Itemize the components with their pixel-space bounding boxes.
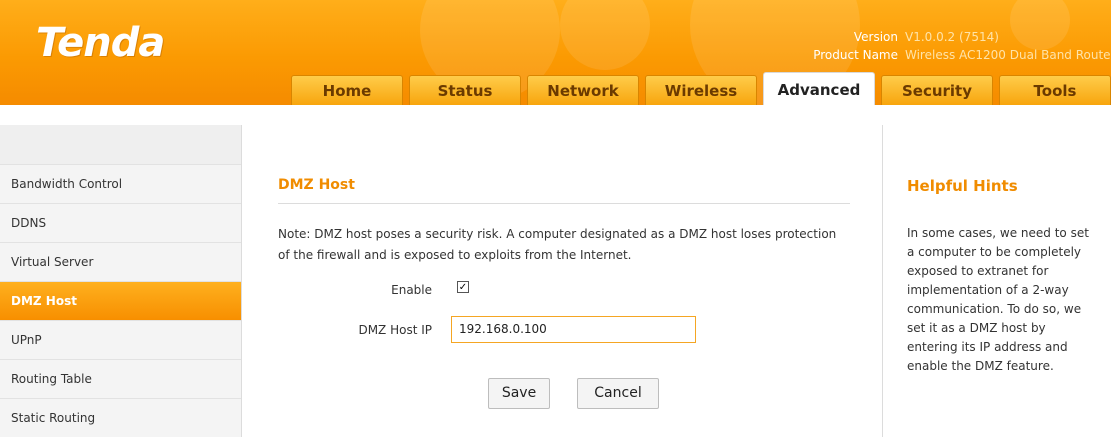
- decorative-bubble: [560, 0, 650, 70]
- sidebar-item-virtual-server[interactable]: Virtual Server: [0, 243, 241, 282]
- tab-advanced[interactable]: Advanced: [763, 72, 875, 105]
- helpful-hints-panel: Helpful Hints In some cases, we need to …: [883, 125, 1111, 437]
- sidebar: Bandwidth Control DDNS Virtual Server DM…: [0, 125, 242, 437]
- save-button[interactable]: Save: [488, 378, 550, 409]
- tab-wireless[interactable]: Wireless: [645, 75, 757, 105]
- product-name-value: Wireless AC1200 Dual Band Router: [905, 48, 1111, 62]
- sidebar-item-upnp[interactable]: UPnP: [0, 321, 241, 360]
- hints-text: In some cases, we need to set a computer…: [907, 226, 1089, 373]
- tab-tools[interactable]: Tools: [999, 75, 1111, 105]
- version-value: V1.0.0.2 (7514): [905, 30, 999, 44]
- header-banner: Tenda Version V1.0.0.2 (7514) Product Na…: [0, 0, 1111, 105]
- header-gap: [0, 105, 1111, 125]
- tenda-logo: Tenda: [36, 20, 165, 66]
- product-name-label: Product Name: [813, 48, 898, 62]
- dmz-host-ip-label: DMZ Host IP: [358, 323, 432, 337]
- main-panel: DMZ Host Note: DMZ host poses a security…: [245, 125, 881, 437]
- checkmark-icon: ✓: [458, 282, 468, 293]
- sidebar-header: [0, 125, 241, 165]
- title-divider: [278, 203, 850, 204]
- security-note: Note: DMZ host poses a security risk. A …: [278, 227, 837, 262]
- dmz-host-ip-input[interactable]: 192.168.0.100: [451, 316, 696, 343]
- decorative-bubble: [1010, 0, 1070, 50]
- enable-label: Enable: [391, 283, 432, 297]
- tab-status[interactable]: Status: [409, 75, 521, 105]
- sidebar-item-static-routing[interactable]: Static Routing: [0, 399, 241, 437]
- enable-checkbox[interactable]: ✓: [457, 281, 469, 293]
- hints-title: Helpful Hints: [907, 177, 1018, 195]
- version-label: Version: [853, 30, 898, 44]
- tab-home[interactable]: Home: [291, 75, 403, 105]
- sidebar-item-ddns[interactable]: DDNS: [0, 204, 241, 243]
- sidebar-item-routing-table[interactable]: Routing Table: [0, 360, 241, 399]
- page-title: DMZ Host: [278, 177, 355, 193]
- tab-security[interactable]: Security: [881, 75, 993, 105]
- tab-network[interactable]: Network: [527, 75, 639, 105]
- sidebar-item-bandwidth-control[interactable]: Bandwidth Control: [0, 165, 241, 204]
- sidebar-item-dmz-host[interactable]: DMZ Host: [0, 282, 241, 321]
- cancel-button[interactable]: Cancel: [577, 378, 659, 409]
